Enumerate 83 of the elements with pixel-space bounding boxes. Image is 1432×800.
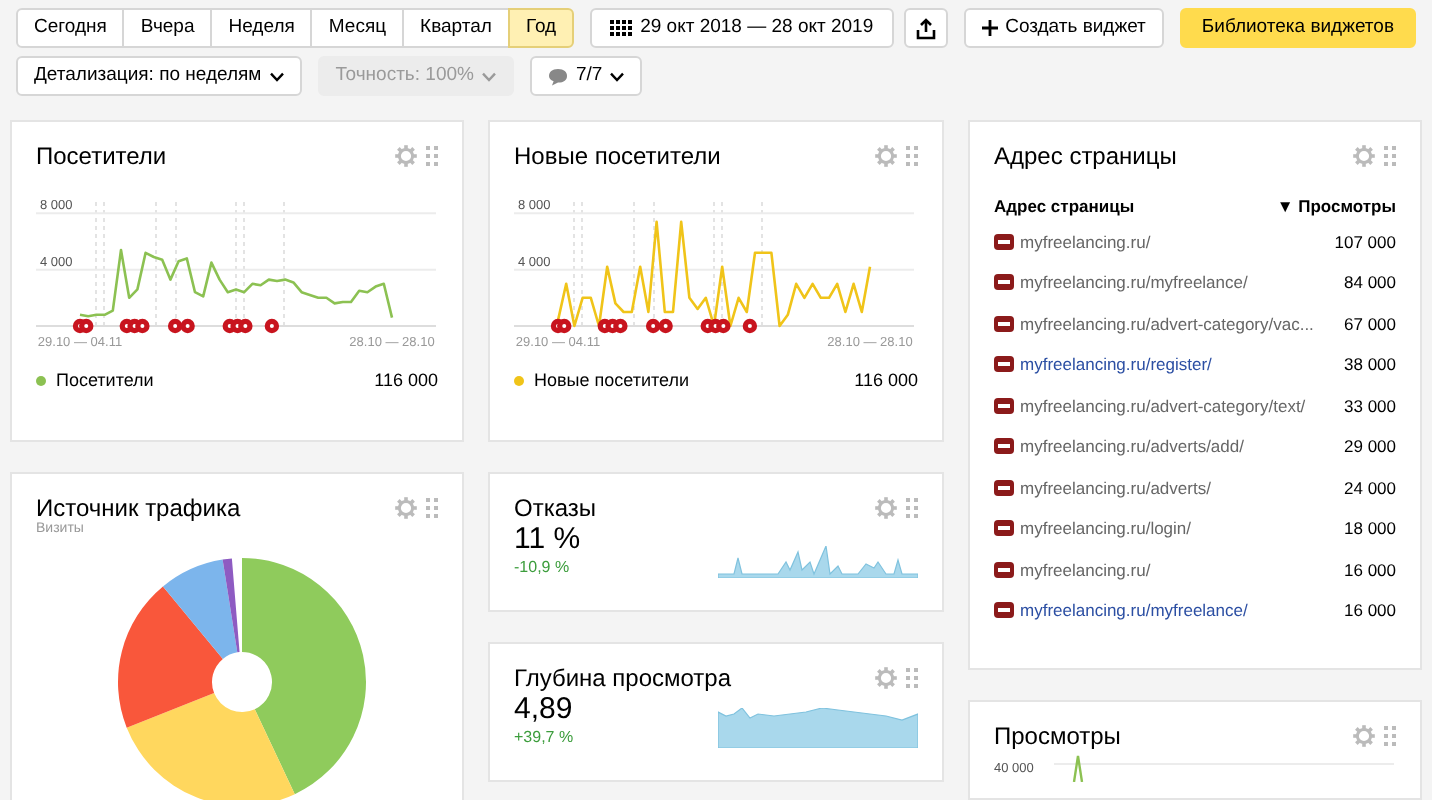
settings-icon[interactable] [1352, 144, 1376, 169]
table-cell: 29 000 [1344, 436, 1396, 457]
page-link[interactable]: myfreelancing.ru/myfreelance/ [1020, 272, 1248, 293]
favicon-icon [994, 233, 1014, 250]
page-link[interactable]: myfreelancing.ru/adverts/add/ [1020, 436, 1244, 457]
favicon-icon [994, 274, 1014, 291]
widget-title: Источник трафика [36, 494, 241, 522]
favicon-icon [994, 438, 1014, 455]
settings-icon[interactable] [874, 666, 898, 691]
widget-title: Глубина просмотра [514, 664, 732, 693]
drag-handle-icon[interactable] [1384, 726, 1396, 747]
note-marker-icon [264, 319, 280, 334]
widget-title: Посетители [36, 142, 167, 171]
page-link[interactable]: myfreelancing.ru/advert-category/text/ [1020, 395, 1306, 416]
widget-title: Адрес страницы [994, 142, 1177, 171]
caret-icon [269, 71, 284, 81]
table-cell: 107 000 [1334, 231, 1396, 252]
metric-change: -10,9 % [514, 558, 572, 578]
period-tab[interactable]: Месяц [310, 8, 405, 48]
period-tab[interactable]: Квартал [402, 8, 510, 48]
settings-icon[interactable] [874, 144, 898, 169]
period-tab[interactable]: Неделя [210, 8, 313, 48]
settings-icon[interactable] [394, 144, 418, 169]
settings-icon[interactable] [874, 496, 898, 521]
caret-icon [481, 71, 496, 81]
metric-value: 11 % [514, 522, 581, 559]
favicon-icon [994, 356, 1014, 373]
favicon-icon [994, 315, 1014, 332]
metric-change: +39,7 % [514, 728, 574, 748]
column-header[interactable]: ▼ Просмотры [1276, 196, 1396, 218]
share-button[interactable] [903, 8, 948, 48]
drag-handle-icon[interactable] [906, 668, 918, 689]
settings-icon[interactable] [394, 496, 418, 521]
favicon-icon [994, 520, 1014, 537]
drag-handle-icon[interactable] [1384, 146, 1396, 167]
legend-label: Посетители [56, 370, 154, 393]
widget-title: Новые посетители [514, 142, 721, 171]
metric-value: 4,89 [514, 692, 574, 729]
page-link[interactable]: myfreelancing.ru/ [1020, 559, 1151, 580]
favicon-icon [994, 561, 1014, 578]
plus-icon [981, 20, 998, 36]
favicon-icon [994, 479, 1014, 496]
drag-handle-icon[interactable] [426, 146, 438, 167]
legend-total: 116 000 [374, 370, 438, 393]
chart-line [1072, 755, 1084, 783]
comments-filter[interactable]: 7/7 [529, 56, 643, 96]
table-cell: 33 000 [1344, 395, 1396, 416]
table-cell: 16 000 [1344, 600, 1396, 621]
speech-bubble-icon [547, 67, 568, 85]
filter-dropdown[interactable]: Детализация: по неделям [16, 56, 302, 96]
period-tab[interactable]: Вчера [122, 8, 213, 48]
table-cell: 18 000 [1344, 518, 1396, 539]
table-cell: 16 000 [1344, 559, 1396, 580]
drag-handle-icon[interactable] [906, 146, 918, 167]
table-cell: 24 000 [1344, 477, 1396, 498]
period-tab[interactable]: Сегодня [16, 8, 125, 48]
page-link[interactable]: myfreelancing.ru/login/ [1020, 518, 1192, 539]
widget-title: Отказы [514, 494, 597, 523]
page-link[interactable]: myfreelancing.ru/ [1020, 231, 1151, 252]
page-link[interactable]: myfreelancing.ru/myfreelance/ [1020, 600, 1248, 621]
create-widget-button[interactable]: Создать виджет [963, 8, 1164, 48]
calendar-icon [610, 20, 633, 36]
favicon-icon [994, 602, 1014, 619]
widget-title: Просмотры [994, 722, 1121, 751]
legend-total: 116 000 [854, 370, 918, 393]
favicon-icon [994, 397, 1014, 414]
drag-handle-icon[interactable] [906, 498, 918, 519]
caret-icon [610, 71, 625, 81]
note-marker-icon [742, 319, 758, 334]
table-cell: 67 000 [1344, 313, 1396, 334]
legend-label: Новые посетители [534, 370, 690, 393]
drag-handle-icon[interactable] [426, 498, 438, 519]
period-tab[interactable]: Год [507, 8, 575, 48]
page-link[interactable]: myfreelancing.ru/adverts/ [1020, 477, 1211, 498]
page-link[interactable]: myfreelancing.ru/register/ [1020, 354, 1212, 375]
page-link[interactable]: myfreelancing.ru/advert-category/vac... [1020, 313, 1314, 334]
column-header: Адрес страницы [994, 196, 1135, 218]
table-cell: 84 000 [1344, 272, 1396, 293]
date-range-button[interactable]: 29 окт 2018 — 28 окт 2019 [590, 8, 894, 48]
widget-library-button[interactable]: Библиотека виджетов [1179, 8, 1416, 48]
share-icon [915, 17, 936, 39]
settings-icon[interactable] [1352, 724, 1376, 749]
table-cell: 38 000 [1344, 354, 1396, 375]
